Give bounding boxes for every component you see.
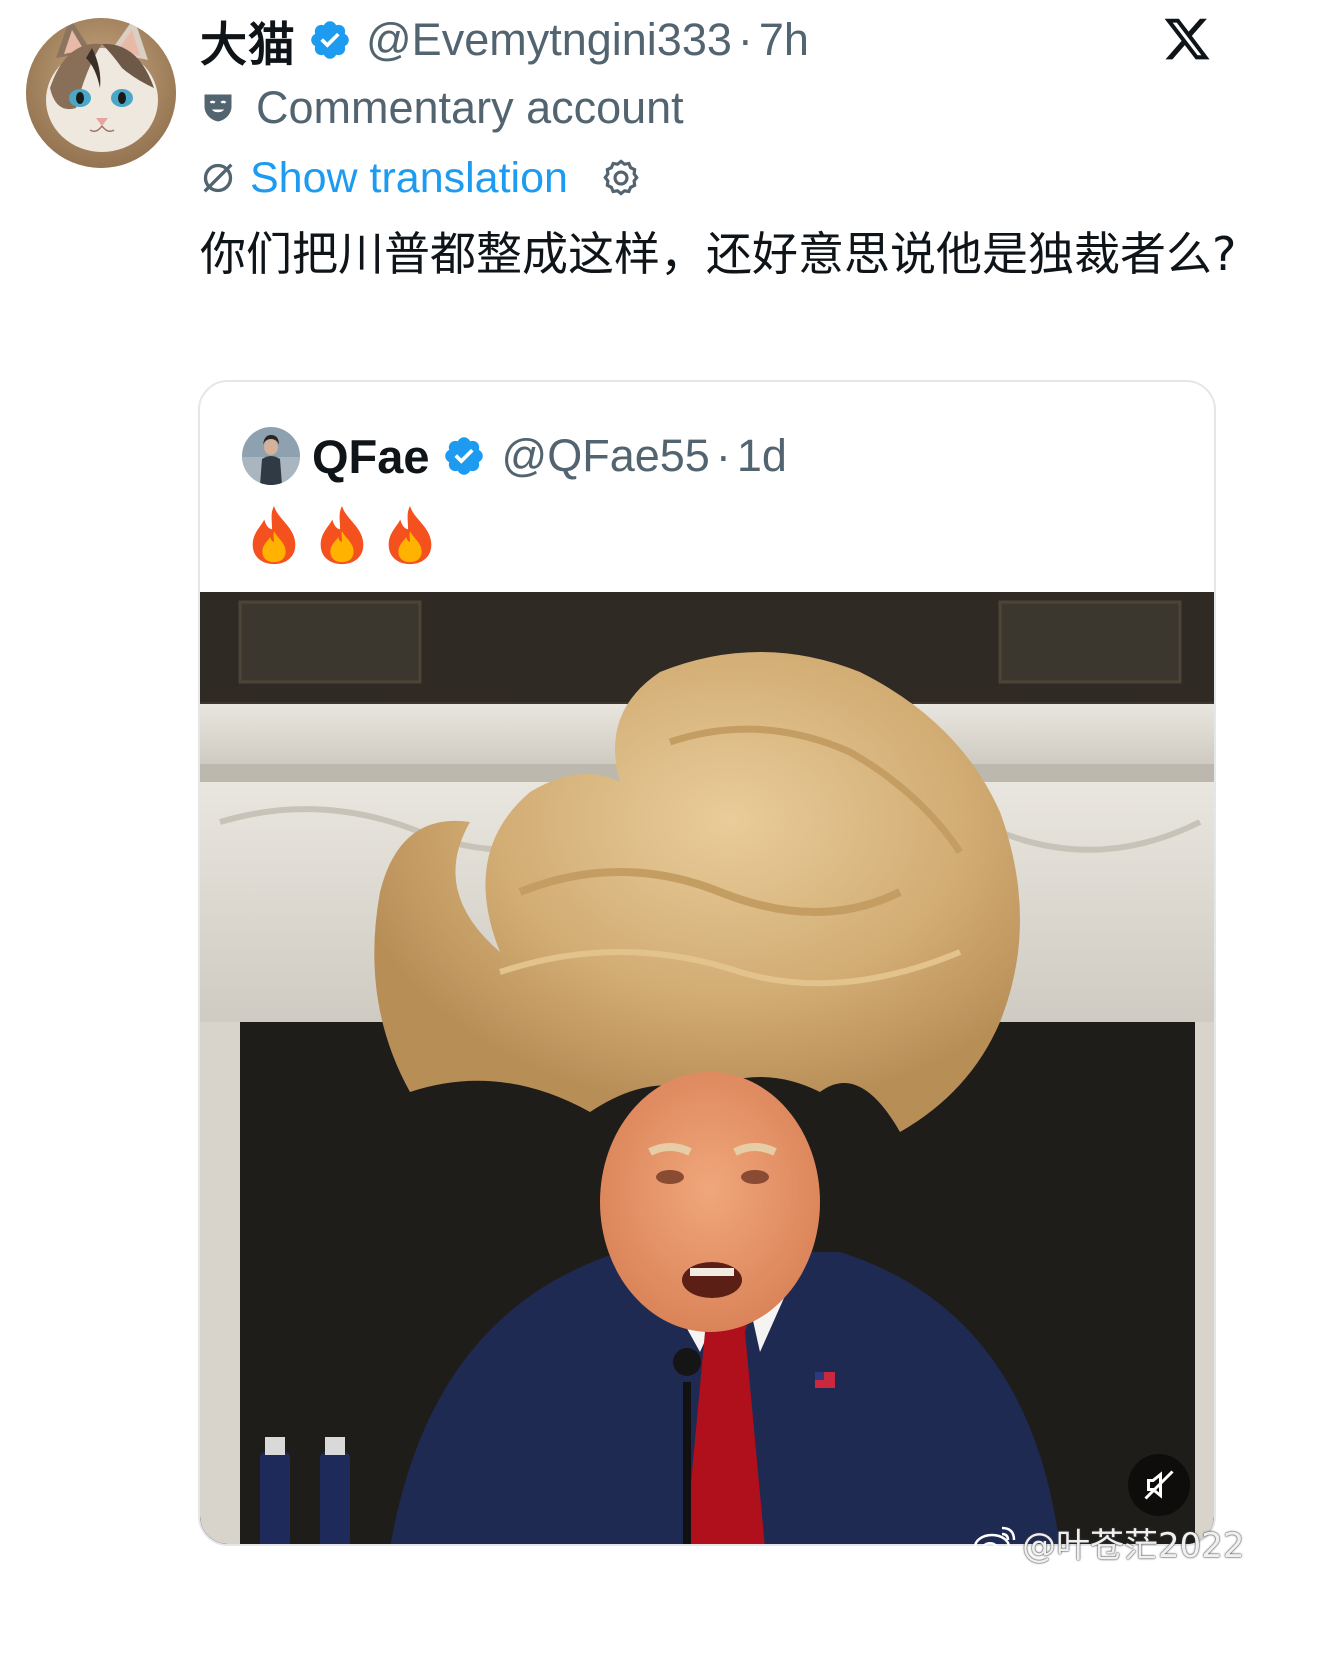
weibo-icon (973, 1526, 1016, 1561)
woman-avatar-image (242, 427, 300, 485)
translate-icon (203, 163, 233, 193)
quoted-author-handle[interactable]: @QFae55 (502, 430, 710, 482)
muted-speaker-icon[interactable] (1128, 1454, 1190, 1516)
fire-emoji-icon (388, 505, 432, 565)
muted-speaker-glyph (1144, 1470, 1174, 1500)
quoted-author-header: QFae @QFae55 · 1d (242, 426, 787, 486)
fire-emoji-icon (252, 505, 296, 565)
account-label-text: Commentary account (256, 82, 684, 133)
woman-avatar[interactable] (242, 427, 300, 485)
cat-avatar-image (26, 18, 176, 168)
cat-avatar[interactable] (26, 18, 176, 168)
quoted-author-display-name[interactable]: QFae (312, 429, 430, 484)
author-display-name[interactable]: 大猫 (200, 6, 296, 75)
quoted-tweet-photo[interactable] (200, 592, 1214, 1544)
author-header: 大猫 @Evemytngini333 · 7h (200, 10, 809, 71)
quoted-tweet-card[interactable]: QFae @QFae55 · 1d (198, 380, 1216, 1546)
quoted-header-separator: · (715, 430, 731, 481)
quoted-verified-badge-icon[interactable] (442, 434, 486, 478)
account-label: Commentary account (200, 80, 684, 136)
quoted-tweet-text (248, 500, 436, 570)
tweet-timestamp[interactable]: 7h (759, 14, 809, 66)
fire-emoji-icon (320, 505, 364, 565)
theater-mask-icon (204, 94, 232, 122)
photo-man-with-windblown-blonde-hair (200, 592, 1214, 1544)
author-handle[interactable]: @Evemytngini333 (366, 14, 732, 66)
verified-badge-icon[interactable] (308, 18, 352, 62)
tweet-screenshot: 大猫 @Evemytngini333 · 7h Commentary accou… (0, 0, 1320, 1668)
header-separator: · (737, 14, 753, 65)
gear-icon[interactable] (600, 157, 642, 199)
quoted-tweet-timestamp[interactable]: 1d (737, 430, 787, 482)
watermark-text: @叶苍茫2022 (1022, 1525, 1245, 1566)
x-logo-icon[interactable] (1162, 14, 1212, 64)
translation-row: Show translation (198, 150, 642, 206)
show-translation-link[interactable]: Show translation (250, 154, 568, 203)
tweet-text: 你们把川普都整成这样，还好意思说他是独裁者么? (200, 227, 1237, 281)
weibo-watermark: @叶苍茫2022 (972, 1514, 1245, 1570)
